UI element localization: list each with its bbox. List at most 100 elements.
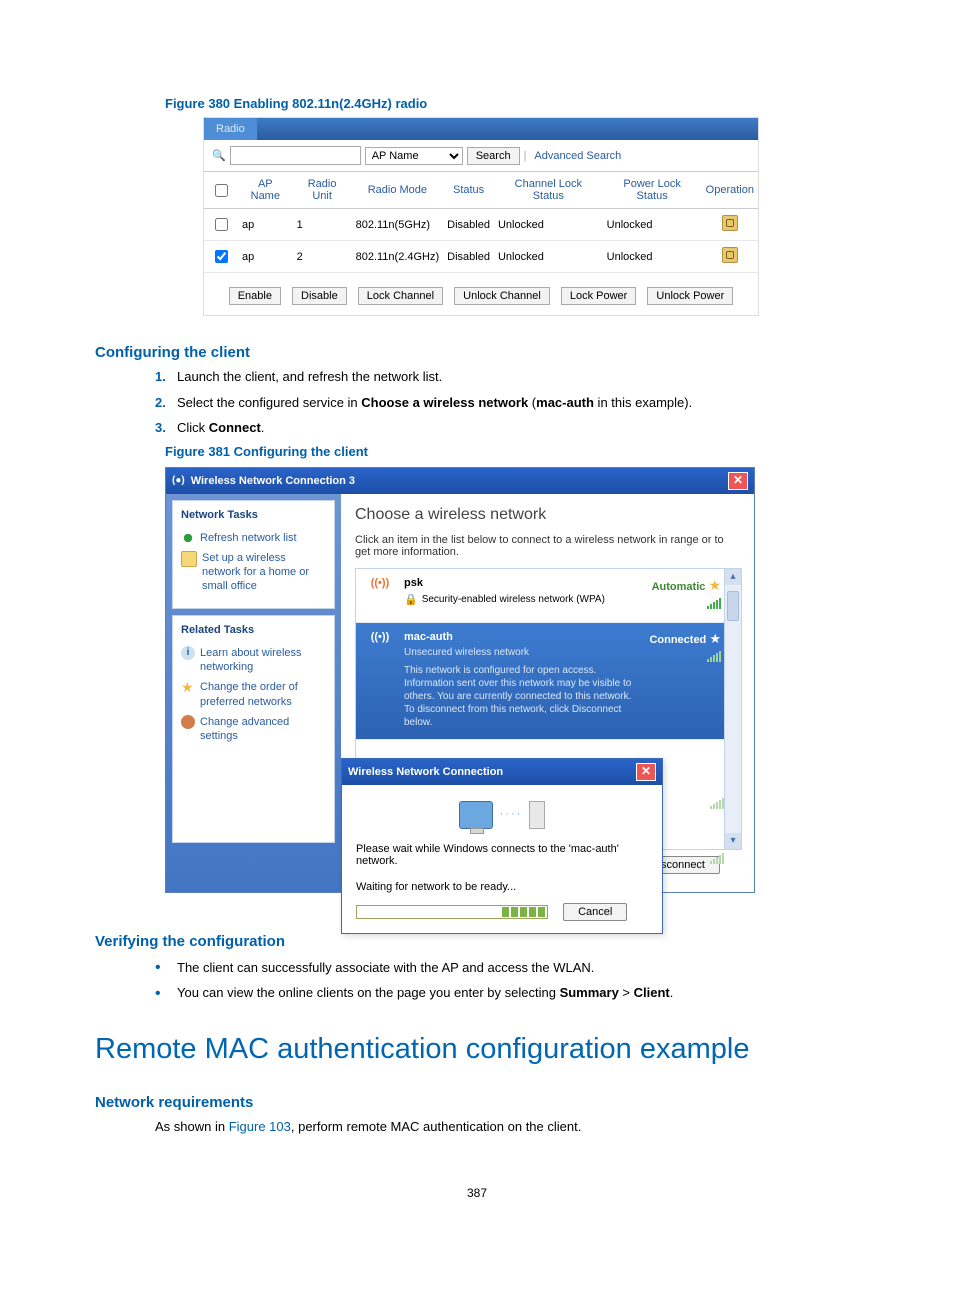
col-radiounit: Radio Unit (293, 172, 352, 209)
edit-icon[interactable] (722, 215, 738, 231)
verify-list: •The client can successfully associate w… (155, 958, 859, 1003)
scroll-thumb[interactable] (727, 591, 739, 621)
enable-button[interactable]: Enable (229, 287, 281, 305)
search-icon: 🔍 (212, 149, 226, 162)
figure-link[interactable]: Figure 103 (229, 1119, 291, 1134)
star-icon: ★ (181, 680, 195, 694)
cancel-button[interactable]: Cancel (563, 903, 627, 921)
advanced-search-link[interactable]: Advanced Search (530, 150, 621, 162)
heading-network-req: Network requirements (95, 1094, 859, 1111)
signal-icon (710, 849, 724, 867)
col-radiomode: Radio Mode (352, 172, 444, 209)
related-tasks-box: Related Tasks i Learn about wireless net… (172, 615, 335, 843)
link-label: Refresh network list (200, 531, 297, 545)
radio-table: AP Name Radio Unit Radio Mode Status Cha… (204, 172, 758, 273)
bold-text: Summary (560, 985, 619, 1000)
radio-panel: Radio 🔍 AP Name Search | Advanced Search… (203, 117, 759, 316)
step-bold: mac-auth (536, 395, 594, 410)
step-bold: Connect (209, 420, 261, 435)
scrollbar[interactable]: ▴ ▾ (724, 569, 741, 849)
cell-status: Disabled (443, 241, 494, 273)
search-button[interactable]: Search (467, 147, 520, 165)
link-label: Change advanced settings (200, 715, 326, 744)
heading-verifying: Verifying the configuration (95, 933, 859, 950)
change-advanced-link[interactable]: Change advanced settings (181, 715, 326, 744)
cell-pwrlock: Unlocked (603, 241, 702, 273)
server-icon (529, 801, 545, 829)
close-button[interactable]: ✕ (728, 472, 748, 490)
refresh-icon (181, 531, 195, 545)
cell-unit: 2 (293, 241, 352, 273)
network-subtitle: Security-enabled wireless network (WPA) (422, 594, 605, 605)
list-item: 2.Select the configured service in Choos… (155, 393, 859, 413)
inner-close-button[interactable]: ✕ (636, 763, 656, 781)
network-name: mac-auth (404, 631, 639, 643)
link-label: Change the order of preferred networks (200, 680, 326, 709)
unlock-power-button[interactable]: Unlock Power (647, 287, 733, 305)
scroll-up-icon[interactable]: ▴ (725, 569, 741, 585)
step-text: in this example). (594, 395, 692, 410)
lock-channel-button[interactable]: Lock Channel (358, 287, 443, 305)
cell-unit: 1 (293, 209, 352, 241)
titlebar: (●) Wireless Network Connection 3 ✕ (166, 468, 754, 494)
lock-power-button[interactable]: Lock Power (561, 287, 636, 305)
network-item-macauth[interactable]: ((•)) mac-auth Unsecured wireless networ… (356, 623, 741, 740)
cell-status: Disabled (443, 209, 494, 241)
network-subtitle: Unsecured wireless network (404, 647, 529, 658)
learn-wireless-link[interactable]: i Learn about wireless networking (181, 646, 326, 675)
refresh-network-link[interactable]: Refresh network list (181, 531, 326, 545)
unlock-channel-button[interactable]: Unlock Channel (454, 287, 550, 305)
row-checkbox[interactable] (215, 218, 228, 231)
signal-icon (707, 650, 721, 662)
row-checkbox[interactable] (215, 250, 228, 263)
computer-icon (459, 801, 493, 829)
wireless-dialog: (●) Wireless Network Connection 3 ✕ Netw… (165, 467, 755, 893)
instruction-text: Click an item in the list below to conne… (355, 534, 742, 558)
step-text: Launch the client, and refresh the netwo… (177, 369, 442, 384)
star-icon: ★ (709, 631, 721, 646)
progress-bar (356, 905, 548, 919)
bullet-icon: • (155, 989, 177, 999)
edit-icon[interactable] (722, 247, 738, 263)
bullet-text: . (670, 985, 674, 1000)
step-number: 1. (155, 367, 177, 387)
col-operation: Operation (702, 172, 758, 209)
list-item: 3.Click Connect. (155, 418, 859, 438)
search-field-select[interactable]: AP Name (365, 147, 463, 165)
bullet-icon: • (155, 963, 177, 973)
cell-mode: 802.11n(2.4GHz) (352, 241, 444, 273)
connecting-msg: Please wait while Windows connects to th… (356, 843, 648, 867)
list-item: 1.Launch the client, and refresh the net… (155, 367, 859, 387)
network-name: psk (404, 577, 642, 589)
setup-wireless-link[interactable]: Set up a wireless network for a home or … (181, 551, 326, 594)
change-order-link[interactable]: ★ Change the order of preferred networks (181, 680, 326, 709)
step-number: 3. (155, 418, 177, 438)
scroll-down-icon[interactable]: ▾ (725, 833, 741, 849)
inner-titlebar: Wireless Network Connection ✕ (342, 759, 662, 785)
info-icon: i (181, 646, 195, 660)
step-bold: Choose a wireless network (361, 395, 528, 410)
bullet-text: > (619, 985, 634, 1000)
related-tasks-title: Related Tasks (181, 624, 326, 636)
star-icon: ★ (708, 577, 721, 593)
list-item: •The client can successfully associate w… (155, 958, 859, 978)
inner-title: Wireless Network Connection (348, 766, 503, 778)
tab-radio[interactable]: Radio (204, 118, 257, 140)
disable-button[interactable]: Disable (292, 287, 347, 305)
heading-remote-mac: Remote MAC authentication configuration … (95, 1033, 859, 1066)
step-text: Click (177, 420, 209, 435)
window-title: Wireless Network Connection 3 (191, 475, 355, 487)
step-text: Select the configured service in (177, 395, 361, 410)
setup-icon (181, 551, 197, 567)
cell-pwrlock: Unlocked (603, 209, 702, 241)
search-input[interactable] (230, 146, 361, 165)
col-channel-lock: Channel Lock Status (494, 172, 603, 209)
wifi-title-icon: (●) (172, 475, 185, 486)
cell-chlock: Unlocked (494, 209, 603, 241)
network-item-psk[interactable]: ((•)) psk 🔒 Security-enabled wireless ne… (356, 569, 741, 623)
wifi-icon: ((•)) (371, 577, 390, 589)
network-status: Connected (649, 634, 706, 646)
steps-list: 1.Launch the client, and refresh the net… (155, 367, 859, 438)
select-all-checkbox[interactable] (215, 184, 228, 197)
link-label: Set up a wireless network for a home or … (202, 551, 326, 594)
